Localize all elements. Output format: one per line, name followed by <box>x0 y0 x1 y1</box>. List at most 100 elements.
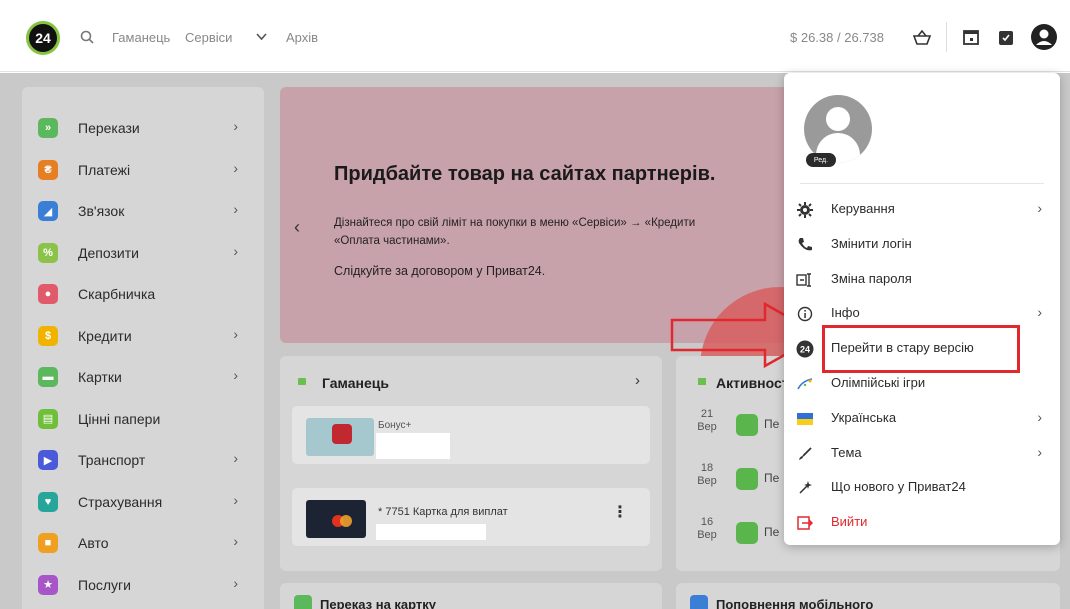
transfer-icon <box>736 414 758 436</box>
chevron-right-icon: › <box>1037 200 1042 216</box>
menu-item-1[interactable]: Керування › <box>784 192 1060 226</box>
nav-archive[interactable]: Архів <box>286 30 318 45</box>
list-item[interactable]: 21 Вер Пе <box>696 408 780 448</box>
nav-services[interactable]: Сервіси <box>185 30 232 45</box>
flag-icon <box>796 410 814 428</box>
menu-item-9[interactable]: Що нового у Приват24 <box>784 470 1060 504</box>
sidebar-item[interactable]: ▶ Транспорт › <box>38 445 252 475</box>
menu-item-label: Інфо <box>831 305 860 321</box>
transfer-icon <box>736 468 758 490</box>
sidebar-item-label: Скарбничка <box>78 286 156 302</box>
menu-item-label: Керування <box>831 201 895 216</box>
chevron-right-icon: › <box>1037 408 1042 425</box>
activity-text: Пе <box>764 471 780 485</box>
profile-menu: Ред. Керування › Змінити логін Зміна пароля… <box>784 73 1060 545</box>
chevron-down-icon[interactable] <box>256 33 267 41</box>
sidebar-item-label: Авто <box>78 535 109 551</box>
menu-item-8[interactable]: Тема › <box>784 436 1060 470</box>
avatar-head <box>826 107 850 131</box>
sidebar-item-icon: ₴ <box>38 159 58 180</box>
date: 16 Вер <box>696 516 718 542</box>
date-month: Вер <box>697 421 717 433</box>
sparkle-icon <box>796 479 814 497</box>
panel-title: Поповнення мобільного <box>716 597 874 609</box>
menu-item-label: Змінити логін <box>831 235 912 251</box>
chevron-right-icon: › <box>233 325 238 342</box>
olympic-icon <box>796 375 814 393</box>
bonus-card[interactable]: Бонус+ <box>292 406 650 464</box>
profile-icon[interactable] <box>1030 23 1058 51</box>
menu-item-label: Тема <box>831 444 862 460</box>
sidebar-item-icon: ■ <box>38 533 58 553</box>
privat24-logo[interactable]: 24 <box>26 21 60 55</box>
brush-icon <box>796 445 814 463</box>
phone-icon <box>796 236 814 254</box>
activity-icon <box>698 378 706 385</box>
sidebar-item-label: Депозити <box>78 244 139 261</box>
menu-item-7[interactable]: Українська › <box>784 401 1060 435</box>
sidebar-item-icon: ▶ <box>38 450 58 470</box>
wallet-panel: Гаманець › Бонус+ * 7751 Картка для випл… <box>280 356 662 571</box>
chevron-right-icon: › <box>233 118 238 134</box>
activity-text: Пе <box>764 417 780 431</box>
wallet-icon <box>298 378 306 385</box>
date-month: Вер <box>697 475 717 487</box>
transfer-to-card-panel[interactable]: Переказ на картку <box>280 583 662 609</box>
chevron-left-icon[interactable]: ‹ <box>294 217 300 238</box>
sidebar-item[interactable]: ▤ Цінні папери <box>38 404 252 434</box>
sidebar-item-label: Послуги <box>78 576 131 593</box>
mastercard-icon-circle <box>340 515 352 527</box>
activity-title[interactable]: Активності <box>716 375 793 391</box>
payment-card[interactable]: * 7751 Картка для виплат ⋮ <box>292 488 650 546</box>
nav-wallet[interactable]: Гаманець <box>112 30 170 45</box>
sidebar-item-icon: ♥ <box>38 491 58 512</box>
divider <box>800 183 1044 184</box>
menu-item-label: Українська <box>831 409 897 425</box>
sidebar-item-label: Транспорт <box>78 452 146 468</box>
highlight-box <box>822 325 1020 373</box>
sidebar-item[interactable]: % Депозити › <box>38 238 252 268</box>
sidebar-item-label: Перекази <box>78 120 140 136</box>
sidebar-item[interactable]: ★ Послуги › <box>38 570 252 600</box>
clipboard-icon[interactable] <box>998 28 1014 46</box>
menu-item-3[interactable]: Зміна пароля <box>784 262 1060 296</box>
menu-item-2[interactable]: Змінити логін <box>784 227 1060 261</box>
chevron-right-icon: › <box>233 201 238 217</box>
sidebar-item[interactable]: ■ Авто › <box>38 528 252 558</box>
sidebar-item[interactable]: » Перекази › <box>38 113 252 143</box>
gear-icon <box>796 201 814 219</box>
sidebar-item[interactable]: ● Скарбничка <box>38 279 252 309</box>
menu-item-10[interactable]: Вийти <box>784 505 1060 539</box>
calendar-icon[interactable] <box>962 28 980 46</box>
wallet-title[interactable]: Гаманець <box>322 375 389 391</box>
sidebar-item-icon: ◢ <box>38 201 58 221</box>
sidebar-item-label: Зв'язок <box>78 203 125 219</box>
basket-icon[interactable] <box>912 29 932 45</box>
mobile-topup-panel[interactable]: Поповнення мобільного <box>676 583 1060 609</box>
sidebar-item[interactable]: ♥ Страхування › <box>38 487 252 517</box>
svg-text:24: 24 <box>800 345 810 355</box>
list-item[interactable]: 16 Вер Пе <box>696 516 779 556</box>
menu-item-label: Зміна пароля <box>831 270 912 286</box>
sidebar-item[interactable]: ▬ Картки › <box>38 362 252 392</box>
key-icon <box>796 271 814 289</box>
chevron-right-icon[interactable]: › <box>635 372 640 389</box>
redacted-value <box>376 433 450 459</box>
sidebar-item[interactable]: ◢ Зв'язок › <box>38 196 252 226</box>
sidebar-item-label: Кредити <box>78 327 132 344</box>
list-item[interactable]: 18 Вер Пе <box>696 462 780 502</box>
exchange-rate[interactable]: $ 26.38 / 26.738 <box>790 30 884 45</box>
sidebar-item-label: Картки <box>78 369 122 385</box>
promo-title: Придбайте товар на сайтах партнерів. <box>334 163 716 185</box>
date-day: 16 <box>700 516 714 528</box>
avatar-edit-button[interactable]: Ред. <box>806 153 836 167</box>
search-icon[interactable] <box>80 30 94 44</box>
chevron-right-icon: › <box>233 450 238 466</box>
top-bar: 24 Гаманець Сервіси Архів $ 26.38 / 26.7… <box>0 0 1070 72</box>
sidebar-item[interactable]: $ Кредити › <box>38 321 252 351</box>
sidebar: » Перекази › ₴ Платежі › ◢ Зв'язок ›% Депозити › ● С… <box>22 87 264 609</box>
divider <box>946 22 947 52</box>
sidebar-item[interactable]: ₴ Платежі › <box>38 155 252 185</box>
more-icon[interactable]: ⋮ <box>612 502 628 522</box>
sidebar-item-label: Цінні папери <box>78 410 161 427</box>
